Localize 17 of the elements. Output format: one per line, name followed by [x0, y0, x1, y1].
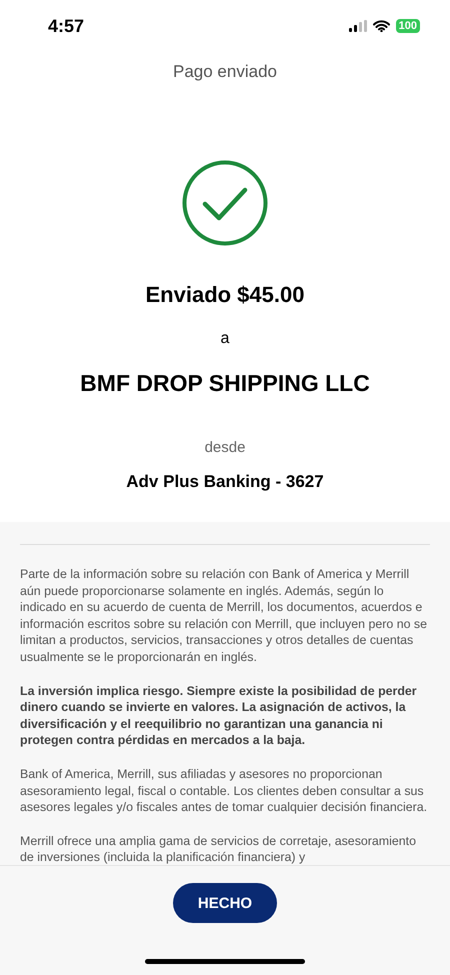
- wifi-icon: [372, 20, 390, 32]
- disclosure-paragraph: Bank of America, Merrill, sus afiliadas y asesores no proporcionan asesoramiento legal, fiscal o contable. Los clientes deben consultar a sus asesores legales y/o fiscales antes de tomar cualquier decisión financiera.: [20, 766, 428, 816]
- battery-level: 100: [396, 19, 420, 33]
- screen-title: Pago enviado: [173, 62, 277, 82]
- disclosure-paragraph: La inversión implica riesgo. Siempre existe la posibilidad de perder dinero cuando se invierte en valores. La asignación de activos, la diversificación y el reequilibrio no garantizan una ganancia ni protegen contra pérdidas en mercados a la baja.: [20, 682, 418, 749]
- home-indicator[interactable]: [145, 959, 305, 964]
- from-label: desde: [204, 439, 246, 456]
- disclosure-paragraph: Parte de la información sobre su relación con Bank of America y Merrill aún puede proporcionarse solamente en inglés. Además, según lo indicado en su acuerdo de cuenta de Merrill, los documentos, acuerdos e información escritos sobre su relación con Merrill, que incluyen pero no se limitan a productos, servicios, transacciones y otros detalles de cuentas usualmente se le proporcionarán en inglés.: [20, 566, 428, 666]
- account-name: Adv Plus Banking - 3627: [126, 472, 324, 492]
- disclosure-paragraph: Merrill ofrece una amplia gama de servicios de corretaje, asesoramiento de inversiones (incluida la planificación financiera) y: [20, 832, 417, 865]
- checkmark-circle-icon: [182, 160, 268, 246]
- clock-time: 4:57: [48, 16, 84, 36]
- signal-icon: [348, 20, 367, 32]
- to-label: a: [220, 330, 230, 348]
- recipient-name: BMF DROP SHIPPING LLC: [80, 370, 370, 397]
- done-button[interactable]: HECHO: [173, 883, 277, 923]
- amount-sent: Enviado $45.00: [146, 282, 304, 308]
